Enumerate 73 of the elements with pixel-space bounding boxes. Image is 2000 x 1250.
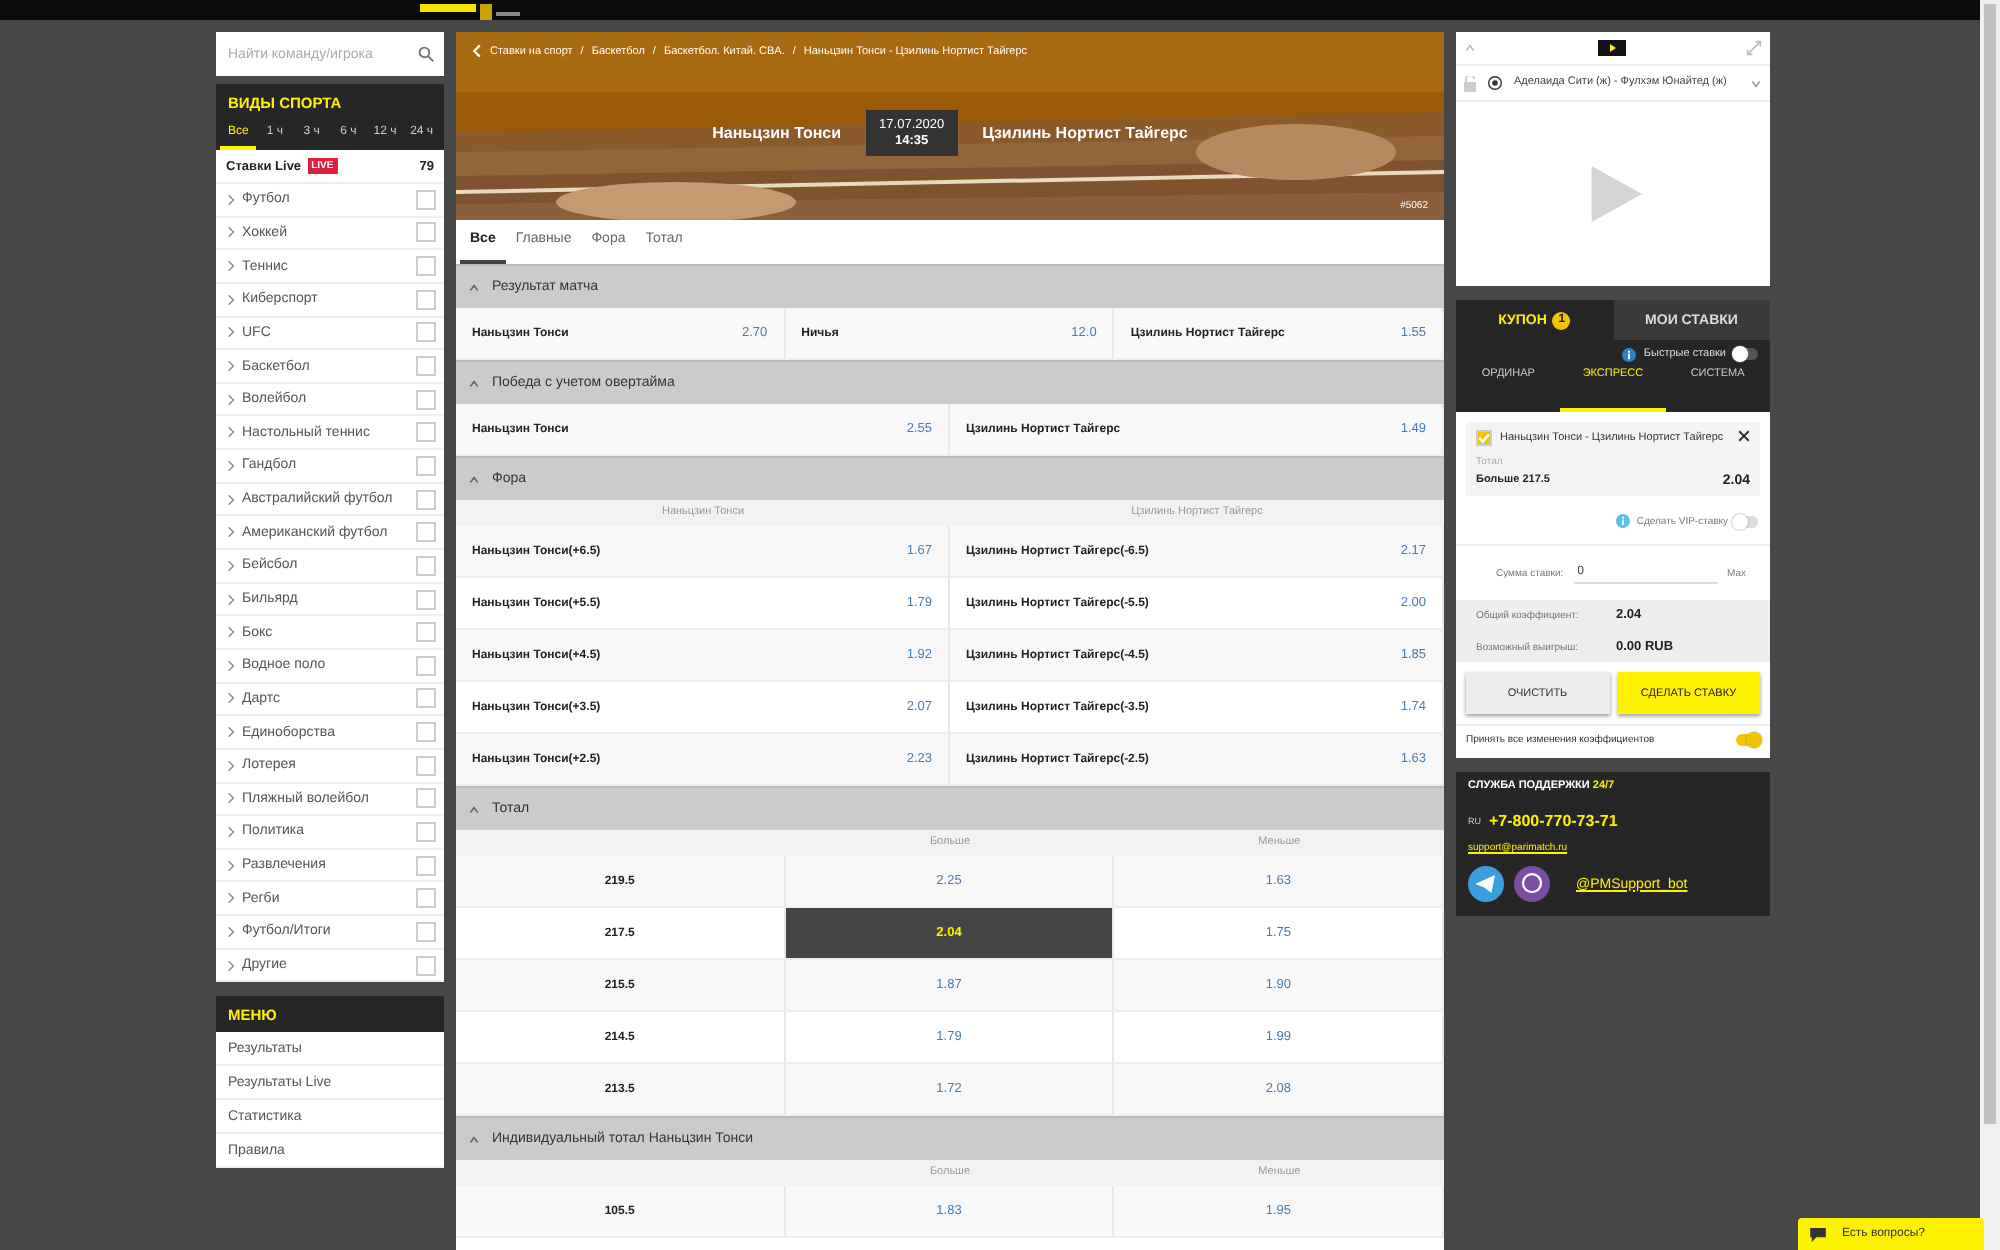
checkbox[interactable] [416,888,436,909]
lock-icon[interactable] [1464,75,1476,91]
chevron-icon [226,526,236,539]
quick-bets-toggle[interactable] [1734,348,1758,360]
chat-icon [1810,1227,1826,1241]
chevron-icon [226,859,236,872]
chevron-icon [226,925,236,938]
chevron-icon [226,226,236,239]
chevron-icon [226,426,236,439]
expand-icon[interactable] [1746,40,1762,56]
checkbox[interactable] [416,755,436,776]
chevron-icon [226,659,236,672]
chevron-icon [468,803,480,815]
chevron-icon [226,792,236,805]
checkbox[interactable] [416,489,436,510]
chevron-icon [226,593,236,605]
chevron-icon [226,193,236,206]
checkbox[interactable] [416,855,436,876]
chevron-icon [468,473,480,485]
team-name: Наньцзин Тонси [712,124,842,142]
chevron-icon [226,692,236,705]
chevron-icon [226,892,236,905]
logo-icon[interactable] [420,4,520,20]
search-icon [418,46,434,62]
checkbox[interactable] [416,688,436,709]
collapse-icon [1464,42,1476,54]
chevron-icon [468,281,480,293]
info-icon [1616,514,1631,529]
chevron-icon [226,493,236,506]
chevron-icon [226,360,236,373]
chevron-icon [1750,77,1762,89]
phone-number: +7-800-770-73-71 [1489,812,1618,831]
chevron-icon [226,260,236,273]
chevron-icon [226,626,236,639]
checkbox[interactable] [416,222,436,243]
checkbox[interactable] [416,921,436,942]
checkbox[interactable] [416,555,436,576]
accept-changes-toggle[interactable] [1736,734,1760,747]
tv-icon[interactable] [1597,40,1625,56]
checkbox[interactable] [416,622,436,643]
chevron-icon [226,759,236,772]
chevron-icon [468,1133,480,1145]
checkbox[interactable] [1476,430,1492,446]
chevron-icon [226,959,236,972]
telegram-icon[interactable] [1468,866,1504,903]
checkbox[interactable] [416,389,436,410]
close-icon[interactable] [1738,430,1750,442]
info-icon [1621,347,1636,361]
chevron-icon [468,377,480,389]
back-icon[interactable] [472,44,482,58]
chevron-icon [226,293,236,306]
checkbox[interactable] [416,955,436,976]
chevron-icon [226,459,236,472]
chevron-icon [226,326,236,339]
checkbox[interactable] [416,821,436,842]
checkbox[interactable] [416,788,436,809]
checkbox[interactable] [416,189,436,210]
vip-toggle[interactable] [1734,515,1758,528]
checkbox[interactable] [416,422,436,443]
checkbox[interactable] [416,289,436,310]
checkbox[interactable] [416,722,436,743]
checkbox[interactable] [416,522,436,543]
checkbox[interactable] [416,322,436,343]
checkbox[interactable] [416,356,436,377]
checkbox[interactable] [416,589,436,609]
team-name: Цзилинь Нортист Тайгерс [982,124,1188,142]
checkbox[interactable] [416,256,436,277]
checkbox[interactable] [416,455,436,476]
chevron-icon [226,393,236,406]
chevron-icon [226,726,236,739]
chevron-icon [226,559,236,572]
chevron-icon [226,825,236,838]
checkbox[interactable] [416,655,436,676]
